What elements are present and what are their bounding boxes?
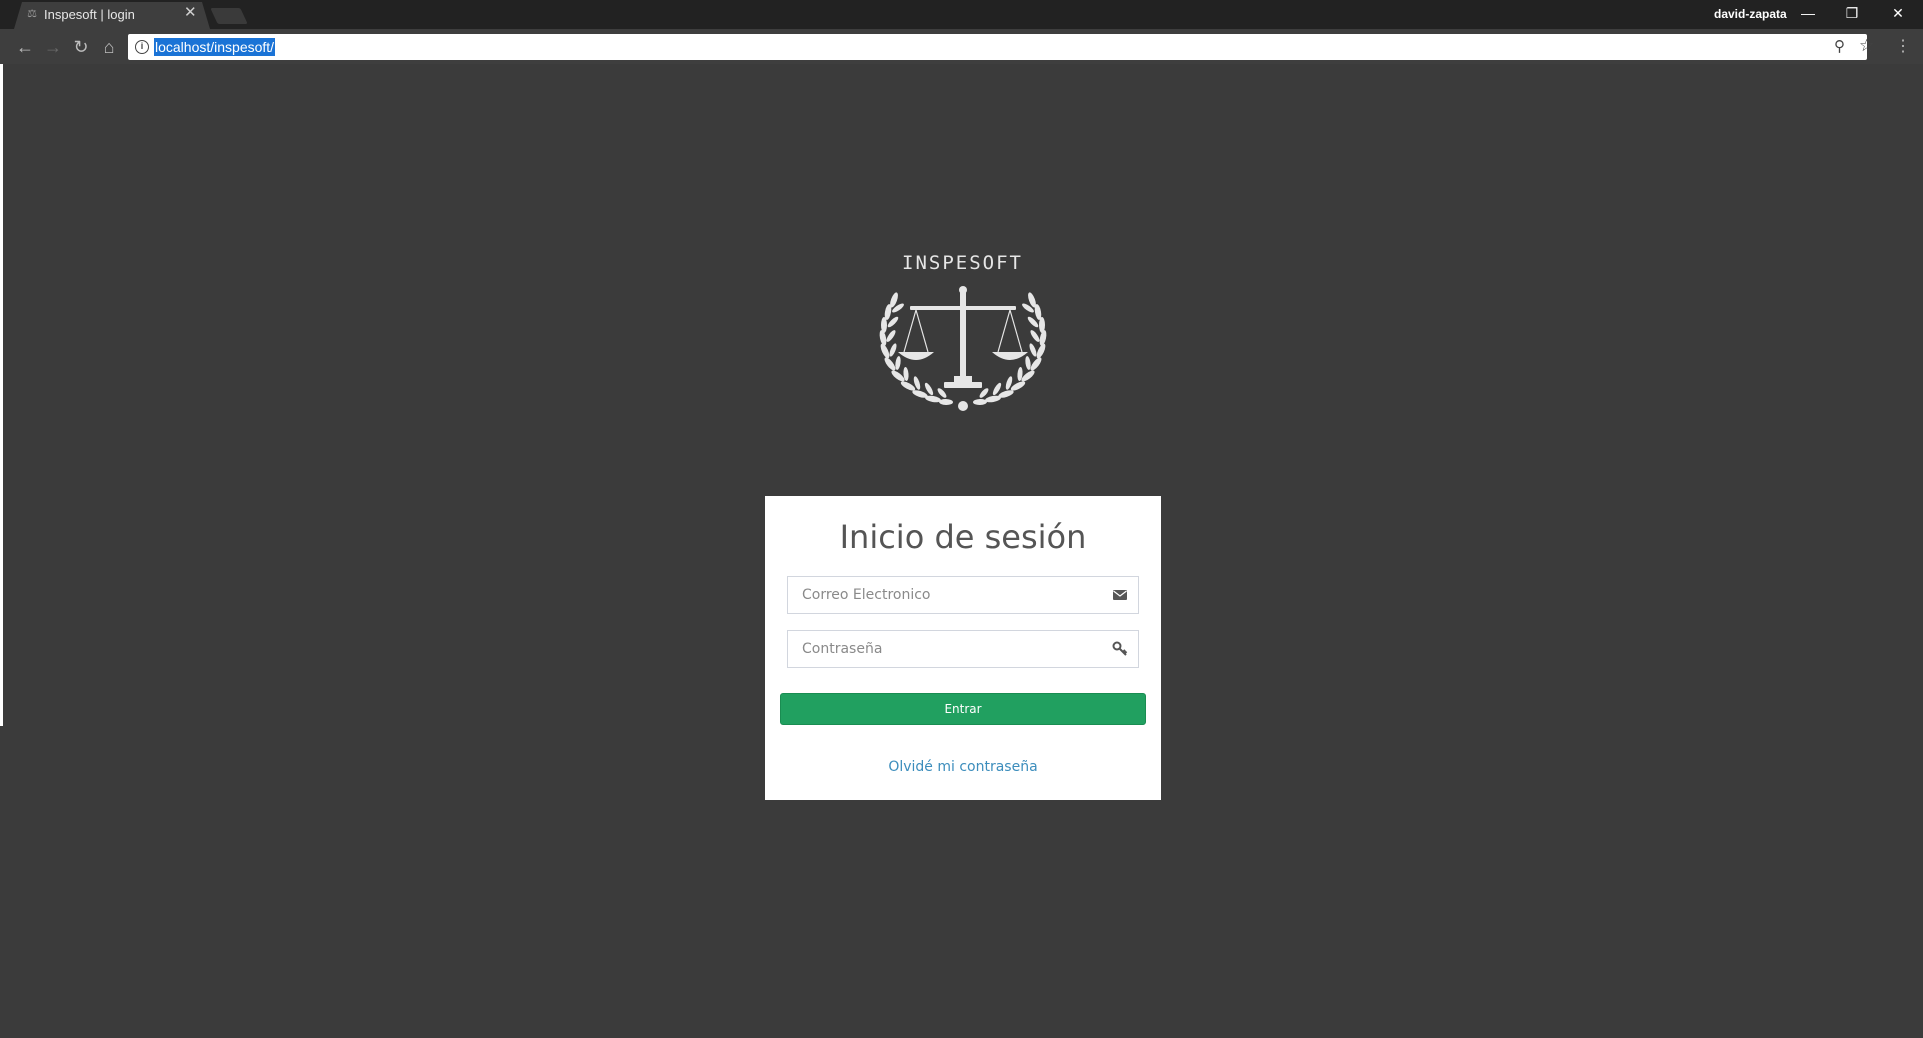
password-input[interactable] xyxy=(788,631,1098,667)
page-left-edge xyxy=(0,64,3,726)
back-arrow-icon[interactable]: ← xyxy=(12,34,38,60)
tab-title: Inspesoft | login xyxy=(44,7,135,22)
close-window-icon[interactable]: ✕ xyxy=(1876,0,1920,29)
minimize-icon[interactable]: — xyxy=(1786,0,1830,29)
browser-titlebar: ⚖ Inspesoft | login ✕ david-zapata — ❐ ✕ xyxy=(0,0,1923,29)
new-tab-button[interactable] xyxy=(210,8,248,24)
email-input[interactable] xyxy=(788,577,1098,613)
login-button[interactable]: Entrar xyxy=(780,693,1146,725)
browser-toolbar: ← → ↻ ⌂ i localhost/inspesoft/ ⚲ ☆ ⋮ xyxy=(0,29,1923,64)
address-bar[interactable]: i localhost/inspesoft/ ⚲ ☆ xyxy=(128,34,1874,60)
forward-arrow-icon[interactable]: → xyxy=(40,34,66,60)
email-field[interactable] xyxy=(787,576,1139,614)
tab-favicon-icon: ⚖ xyxy=(27,8,37,20)
forgot-password-link[interactable]: Olvidé mi contraseña xyxy=(765,759,1161,775)
browser-menu-icon[interactable]: ⋮ xyxy=(1895,34,1911,60)
restore-icon[interactable]: ❐ xyxy=(1830,0,1874,29)
login-title: Inicio de sesión xyxy=(839,518,1087,556)
site-info-icon[interactable]: i xyxy=(135,40,149,54)
key-icon xyxy=(1112,641,1128,656)
password-field[interactable] xyxy=(787,630,1139,668)
scales-of-justice-laurel-icon xyxy=(879,286,1048,411)
login-card: Inicio de sesión Entrar Olvidé mi contra… xyxy=(765,496,1161,800)
url-text[interactable]: localhost/inspesoft/ xyxy=(154,38,276,56)
profile-name[interactable]: david-zapata xyxy=(1714,7,1787,21)
logo-title: INSPESOFT xyxy=(902,252,1023,274)
zoom-icon[interactable]: ⚲ xyxy=(1834,37,1845,55)
tab-close-icon[interactable]: ✕ xyxy=(184,5,197,21)
envelope-icon xyxy=(1113,590,1127,600)
reload-icon[interactable]: ↻ xyxy=(68,34,94,60)
home-icon[interactable]: ⌂ xyxy=(96,34,122,60)
bookmark-star-icon[interactable]: ☆ xyxy=(1859,36,1874,56)
